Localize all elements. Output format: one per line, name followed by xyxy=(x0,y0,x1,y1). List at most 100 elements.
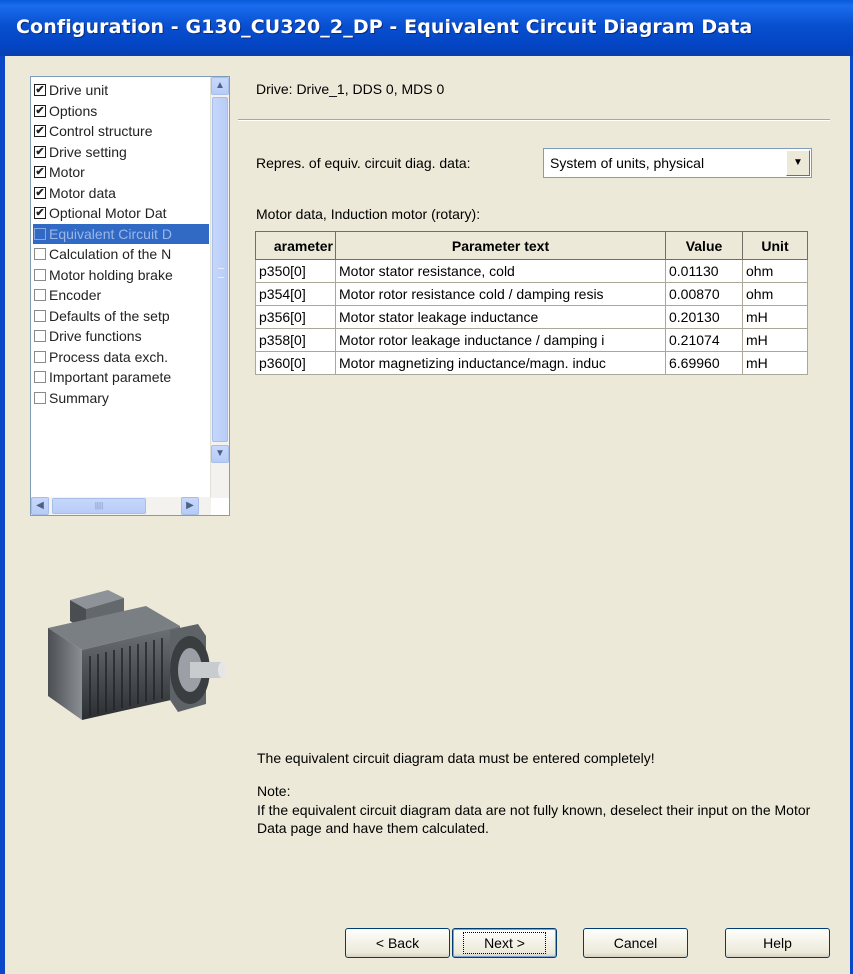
cell-unit: ohm xyxy=(742,282,808,306)
table-row[interactable]: p354[0] Motor rotor resistance cold / dam… xyxy=(255,282,808,306)
window-border-left xyxy=(0,56,5,974)
checkbox-checked-icon[interactable]: ✔ xyxy=(34,104,46,117)
tree-item[interactable]: Encoder xyxy=(33,285,209,306)
cell-value[interactable]: 0.20130 xyxy=(665,305,743,329)
tree-item-label: Defaults of the setp xyxy=(49,307,170,324)
next-button[interactable]: Next > xyxy=(452,928,557,958)
tree-item[interactable]: Defaults of the setp xyxy=(33,306,209,327)
tree-item[interactable]: ✔ Motor data xyxy=(33,183,209,204)
tree-item-label: Encoder xyxy=(49,287,102,304)
grip-icon xyxy=(218,268,224,278)
wizard-steps-tree: ✔ Drive unit ✔ Options ✔ Control structure ✔ Dr… xyxy=(30,76,230,516)
motor-image xyxy=(48,590,226,720)
tree-item[interactable]: ✔ Motor xyxy=(33,162,209,183)
column-header-parameter[interactable]: arameter xyxy=(255,231,336,260)
tree-item[interactable]: Summary xyxy=(33,388,209,409)
cell-unit: mH xyxy=(742,305,808,329)
checkbox-unchecked-icon[interactable] xyxy=(34,391,46,404)
tree-item[interactable]: ✔ Drive setting xyxy=(33,142,209,163)
tree-item-label: Options xyxy=(49,102,98,119)
checkbox-checked-icon[interactable]: ✔ xyxy=(34,84,46,97)
chevron-down-icon[interactable]: ▼ xyxy=(786,150,810,176)
cell-unit: mH xyxy=(742,328,808,352)
tree-item[interactable]: Important paramete xyxy=(33,367,209,388)
checkbox-checked-icon[interactable]: ✔ xyxy=(34,186,46,199)
checkbox-unchecked-icon[interactable] xyxy=(34,227,46,240)
tree-item[interactable]: ✔ Options xyxy=(33,101,209,122)
column-header-parameter-text[interactable]: Parameter text xyxy=(335,231,666,260)
cell-parameter-text: Motor rotor leakage inductance / damping… xyxy=(335,328,666,352)
back-button[interactable]: < Back xyxy=(345,928,450,958)
tree-item-label: Motor xyxy=(49,164,85,181)
cell-value[interactable]: 0.01130 xyxy=(665,259,743,283)
cell-parameter-text: Motor stator resistance, cold xyxy=(335,259,666,283)
checkbox-unchecked-icon[interactable] xyxy=(34,248,46,261)
note-text: If the equivalent circuit diagram data a… xyxy=(257,802,811,836)
checkbox-unchecked-icon[interactable] xyxy=(34,289,46,302)
motor-data-label: Motor data, Induction motor (rotary): xyxy=(256,206,481,222)
tree-horizontal-scrollbar[interactable]: ◀ |||| ▶ xyxy=(31,497,211,515)
tree-item[interactable]: Process data exch. xyxy=(33,347,209,368)
title-bar[interactable]: Configuration - G130_CU320_2_DP - Equiva… xyxy=(0,0,853,56)
tree-item-label: Drive unit xyxy=(49,82,109,99)
cell-parameter: p358[0] xyxy=(255,328,336,352)
tree-item-label: Control structure xyxy=(49,123,153,140)
checkbox-unchecked-icon[interactable] xyxy=(34,309,46,322)
checkbox-unchecked-icon[interactable] xyxy=(34,371,46,384)
scroll-right-icon[interactable]: ▶ xyxy=(181,497,199,515)
cell-unit: mH xyxy=(742,351,808,375)
column-header-unit[interactable]: Unit xyxy=(742,231,808,260)
repres-dropdown-value: System of units, physical xyxy=(550,155,705,171)
tree-vertical-scrollbar[interactable]: ▲ ▼ xyxy=(210,77,229,498)
cell-value[interactable]: 0.00870 xyxy=(665,282,743,306)
tree-item[interactable]: ✔ Optional Motor Dat xyxy=(33,203,209,224)
info-message: The equivalent circuit diagram data must… xyxy=(257,750,655,766)
scroll-left-icon[interactable]: ◀ xyxy=(31,497,49,515)
parameter-table: arameter Parameter text Value Unit p350[… xyxy=(255,231,808,375)
cancel-button[interactable]: Cancel xyxy=(583,928,688,958)
checkbox-checked-icon[interactable]: ✔ xyxy=(34,166,46,179)
table-row[interactable]: p360[0] Motor magnetizing inductance/magn… xyxy=(255,351,808,375)
tree-item-label: Important paramete xyxy=(49,369,172,386)
tree-item[interactable]: ✔ Drive unit xyxy=(33,80,209,101)
vertical-scroll-thumb[interactable] xyxy=(212,97,228,442)
dialog-window: Configuration - G130_CU320_2_DP - Equiva… xyxy=(0,0,853,974)
table-row[interactable]: p358[0] Motor rotor leakage inductance / … xyxy=(255,328,808,352)
cell-parameter: p360[0] xyxy=(255,351,336,375)
tree-item-label: Drive setting xyxy=(49,143,127,160)
tree-item[interactable]: ✔ Control structure xyxy=(33,121,209,142)
checkbox-checked-icon[interactable]: ✔ xyxy=(34,145,46,158)
tree-item-label: Calculation of the N xyxy=(49,246,172,263)
tree-item-label: Motor data xyxy=(49,184,116,201)
cell-parameter-text: Motor magnetizing inductance/magn. induc xyxy=(335,351,666,375)
scroll-up-icon[interactable]: ▲ xyxy=(211,77,229,95)
cell-parameter-text: Motor rotor resistance cold / damping re… xyxy=(335,282,666,306)
next-button-label: Next > xyxy=(463,932,546,954)
horizontal-scroll-thumb[interactable]: |||| xyxy=(52,498,146,514)
cell-parameter-text: Motor stator leakage inductance xyxy=(335,305,666,329)
tree-item[interactable]: Drive functions xyxy=(33,326,209,347)
tree-item[interactable]: Equivalent Circuit D xyxy=(33,223,209,244)
cell-parameter: p350[0] xyxy=(255,259,336,283)
scroll-down-icon[interactable]: ▼ xyxy=(211,445,229,463)
table-row[interactable]: p350[0] Motor stator resistance, cold 0.01… xyxy=(255,259,808,283)
checkbox-unchecked-icon[interactable] xyxy=(34,330,46,343)
help-button[interactable]: Help xyxy=(725,928,830,958)
column-header-value[interactable]: Value xyxy=(665,231,743,260)
checkbox-checked-icon[interactable]: ✔ xyxy=(34,207,46,220)
cell-value[interactable]: 0.21074 xyxy=(665,328,743,352)
tree-item-label: Drive functions xyxy=(49,328,142,345)
checkbox-unchecked-icon[interactable] xyxy=(34,268,46,281)
checkbox-unchecked-icon[interactable] xyxy=(34,350,46,363)
table-header-row: arameter Parameter text Value Unit xyxy=(255,231,808,260)
tree-list: ✔ Drive unit ✔ Options ✔ Control structure ✔ Dr… xyxy=(33,80,209,492)
cell-value[interactable]: 6.69960 xyxy=(665,351,743,375)
repres-label: Repres. of equiv. circuit diag. data: xyxy=(256,155,471,171)
checkbox-checked-icon[interactable]: ✔ xyxy=(34,125,46,138)
note-label: Note: xyxy=(257,783,291,799)
tree-item[interactable]: Motor holding brake xyxy=(33,265,209,286)
tree-item-label: Motor holding brake xyxy=(49,266,173,283)
tree-item[interactable]: Calculation of the N xyxy=(33,244,209,265)
table-row[interactable]: p356[0] Motor stator leakage inductance 0.… xyxy=(255,305,808,329)
repres-dropdown[interactable]: System of units, physical ▼ xyxy=(543,148,812,178)
